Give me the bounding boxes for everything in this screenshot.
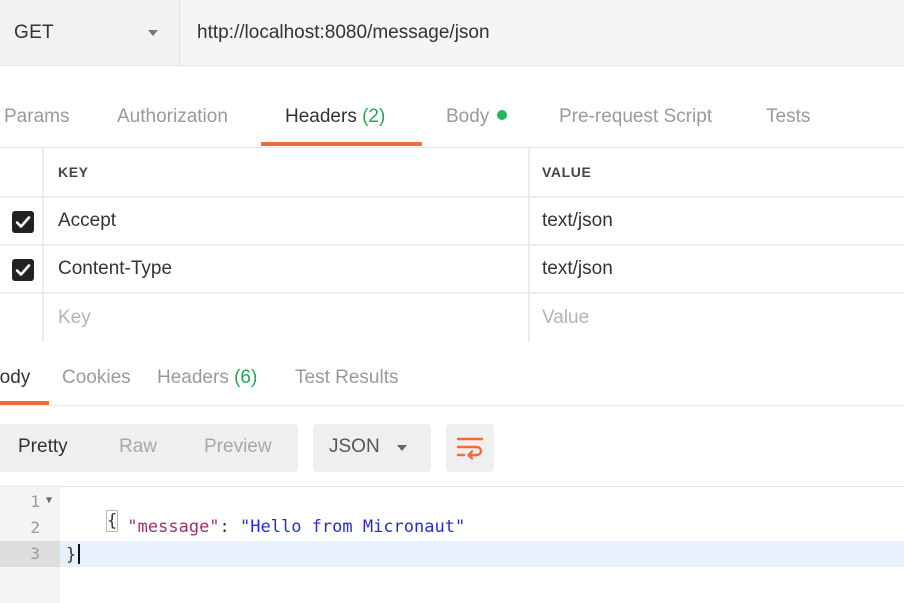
url-bar: GET http://localhost:8080/message/json	[0, 0, 904, 66]
tab-prerequest-script[interactable]: Pre-request Script	[559, 106, 712, 128]
close-brace: }	[66, 545, 77, 565]
view-mode-selector: Pretty Raw Preview	[0, 424, 298, 472]
view-preview-button[interactable]: Preview	[204, 436, 272, 458]
tab-response-body[interactable]: Body	[0, 367, 30, 389]
fold-arrow-icon[interactable]: ▼	[46, 495, 52, 506]
active-tab-indicator	[261, 142, 422, 146]
header-value-cell[interactable]: text/json	[530, 246, 904, 292]
tab-params[interactable]: Params	[4, 106, 69, 128]
code-line: {	[66, 491, 119, 532]
tab-body[interactable]: Body	[446, 106, 508, 128]
tab-response-headers[interactable]: Headers (6)	[157, 367, 257, 389]
table-header-row: KEY VALUE	[0, 148, 904, 198]
tab-headers[interactable]: Headers (2)	[285, 106, 385, 128]
table-row: Accept text/json	[0, 198, 904, 246]
active-response-tab-indicator	[0, 401, 49, 405]
url-input[interactable]: http://localhost:8080/message/json	[180, 0, 904, 66]
column-value-header: VALUE	[542, 164, 592, 180]
checkbox-checked[interactable]	[12, 259, 34, 281]
tab-cookies[interactable]: Cookies	[62, 367, 131, 389]
tab-headers-label: Headers	[285, 106, 357, 127]
tab-headers-count: (2)	[362, 106, 386, 127]
tab-response-headers-label: Headers	[157, 367, 229, 388]
code-line: "message": "Hello from Micronaut"	[66, 517, 465, 543]
row-check-cell	[0, 198, 44, 244]
line-number-text: 3	[30, 544, 40, 563]
line-number-text: 1	[30, 492, 40, 511]
chevron-down-icon	[148, 30, 158, 36]
method-label: GET	[14, 21, 54, 43]
column-key-header: KEY	[44, 148, 530, 196]
code-line-active: }	[60, 541, 904, 567]
json-string-value: "Hello from Micronaut"	[240, 517, 466, 537]
text-cursor	[78, 544, 81, 564]
close-brace-wrap: }	[66, 544, 81, 565]
format-label: JSON	[329, 436, 380, 457]
new-key-input[interactable]: Key	[44, 294, 530, 342]
line-number-gutter: 1 ▼ 2 3	[0, 487, 60, 603]
wrap-lines-icon	[456, 437, 484, 460]
header-key-cell[interactable]: Content-Type	[44, 246, 530, 292]
tab-test-results[interactable]: Test Results	[295, 367, 398, 389]
view-pretty-button[interactable]: Pretty	[18, 436, 68, 458]
table-row: Content-Type text/json	[0, 246, 904, 294]
header-value-cell[interactable]: text/json	[530, 198, 904, 244]
line-number-current: 3	[0, 541, 60, 567]
header-check-cell	[0, 148, 44, 196]
table-row-new: Key Value	[0, 294, 904, 342]
new-value-input[interactable]: Value	[530, 294, 904, 342]
line-number: 2	[0, 515, 60, 541]
response-body-editor[interactable]: 1 ▼ 2 3 { "message": "Hello from Microna…	[0, 486, 904, 603]
header-key-cell[interactable]: Accept	[44, 198, 530, 244]
line-number: 1 ▼	[0, 489, 60, 515]
row-check-cell	[0, 294, 44, 342]
tab-response-headers-count: (6)	[234, 367, 258, 388]
json-key: "message"	[127, 517, 220, 537]
checkmark-icon	[15, 264, 31, 276]
line-number-text: 2	[30, 518, 40, 537]
request-tabs: Params Authorization Headers (2) Body Pr…	[0, 92, 904, 148]
row-check-cell	[0, 246, 44, 292]
checkbox-checked[interactable]	[12, 211, 34, 233]
body-indicator-dot	[497, 110, 508, 120]
tab-authorization[interactable]: Authorization	[117, 106, 228, 128]
view-raw-button[interactable]: Raw	[119, 436, 157, 458]
format-dropdown[interactable]: JSON	[313, 424, 431, 472]
method-dropdown[interactable]: GET	[0, 0, 180, 66]
response-tabs: Body Cookies Headers (6) Test Results	[0, 352, 904, 406]
checkmark-icon	[15, 216, 31, 228]
wrap-lines-button[interactable]	[446, 424, 494, 472]
tab-tests[interactable]: Tests	[766, 106, 810, 128]
json-colon: :	[219, 517, 241, 537]
chevron-down-icon	[397, 445, 407, 451]
tab-body-label: Body	[446, 106, 490, 127]
